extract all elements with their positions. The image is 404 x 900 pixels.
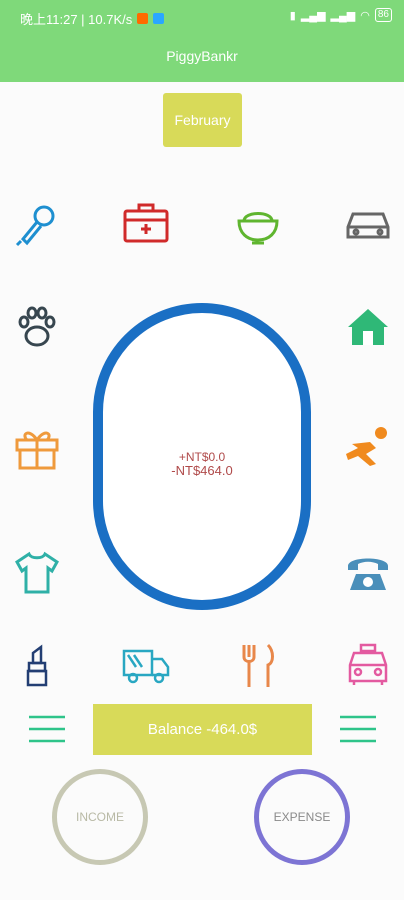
house-icon (348, 309, 388, 345)
status-left: 晚上11:27 | 10.7K/s (20, 9, 165, 28)
battery-icon: 86 (374, 8, 392, 22)
expense-button[interactable]: EXPENSE (254, 769, 350, 865)
income-total: +NT$0.0 (178, 450, 226, 464)
category-gift[interactable] (12, 423, 62, 473)
category-housing[interactable] (343, 302, 393, 352)
vibrate-icon: ▮ (289, 9, 296, 22)
category-health[interactable] (121, 197, 171, 247)
category-phone[interactable] (343, 547, 393, 597)
gift-icon (15, 431, 59, 470)
app-bar: PiggyBankr (0, 31, 404, 82)
category-sport[interactable] (343, 423, 393, 473)
wifi-icon: ◠ (360, 9, 370, 22)
taxi-icon (348, 643, 388, 685)
running-person-icon (346, 427, 387, 466)
category-clothes[interactable] (12, 547, 62, 597)
rice-bowl-icon (237, 212, 279, 245)
income-button[interactable]: INCOME (52, 769, 148, 865)
balance-button[interactable]: Balance -464.0$ (93, 704, 312, 755)
category-microphone[interactable] (12, 200, 62, 250)
paw-icon (18, 306, 56, 347)
app-title: PiggyBankr (166, 48, 238, 64)
summary-text: +NT$0.0 -NT$464.0 (103, 450, 301, 478)
summary-oval: +NT$0.0 -NT$464.0 (93, 303, 311, 610)
signal-icon-2: ▂▄▆ (330, 9, 356, 22)
message-app-icon (153, 13, 165, 24)
status-bar: 晚上11:27 | 10.7K/s ▮ ▂▄▆ ▂▄▆ ◠ 86 (0, 0, 404, 31)
month-button[interactable]: February (163, 93, 242, 147)
fork-knife-icon (242, 643, 274, 687)
expense-total: -NT$464.0 (171, 463, 233, 478)
car-icon (346, 212, 390, 239)
telephone-icon (348, 558, 388, 590)
category-taxi[interactable] (343, 640, 393, 690)
menu-left-icon[interactable] (28, 714, 66, 744)
signal-icon: ▂▄▆ (300, 9, 326, 22)
lipstick-icon (26, 644, 48, 687)
category-delivery[interactable] (121, 640, 171, 690)
category-dining[interactable] (233, 640, 283, 690)
menu-right-icon[interactable] (339, 714, 377, 744)
status-time: 晚上11:27 | 10.7K/s (20, 12, 133, 27)
first-aid-kit-icon (123, 203, 169, 243)
microphone-icon (15, 205, 55, 247)
category-car[interactable] (343, 198, 393, 248)
t-shirt-icon (15, 551, 59, 594)
mi-app-icon (137, 13, 149, 24)
category-food[interactable] (233, 198, 283, 248)
status-right: ▮ ▂▄▆ ▂▄▆ ◠ 86 (290, 8, 392, 22)
delivery-truck-icon (122, 649, 170, 684)
category-pets[interactable] (12, 302, 62, 352)
category-beauty[interactable] (12, 640, 62, 690)
